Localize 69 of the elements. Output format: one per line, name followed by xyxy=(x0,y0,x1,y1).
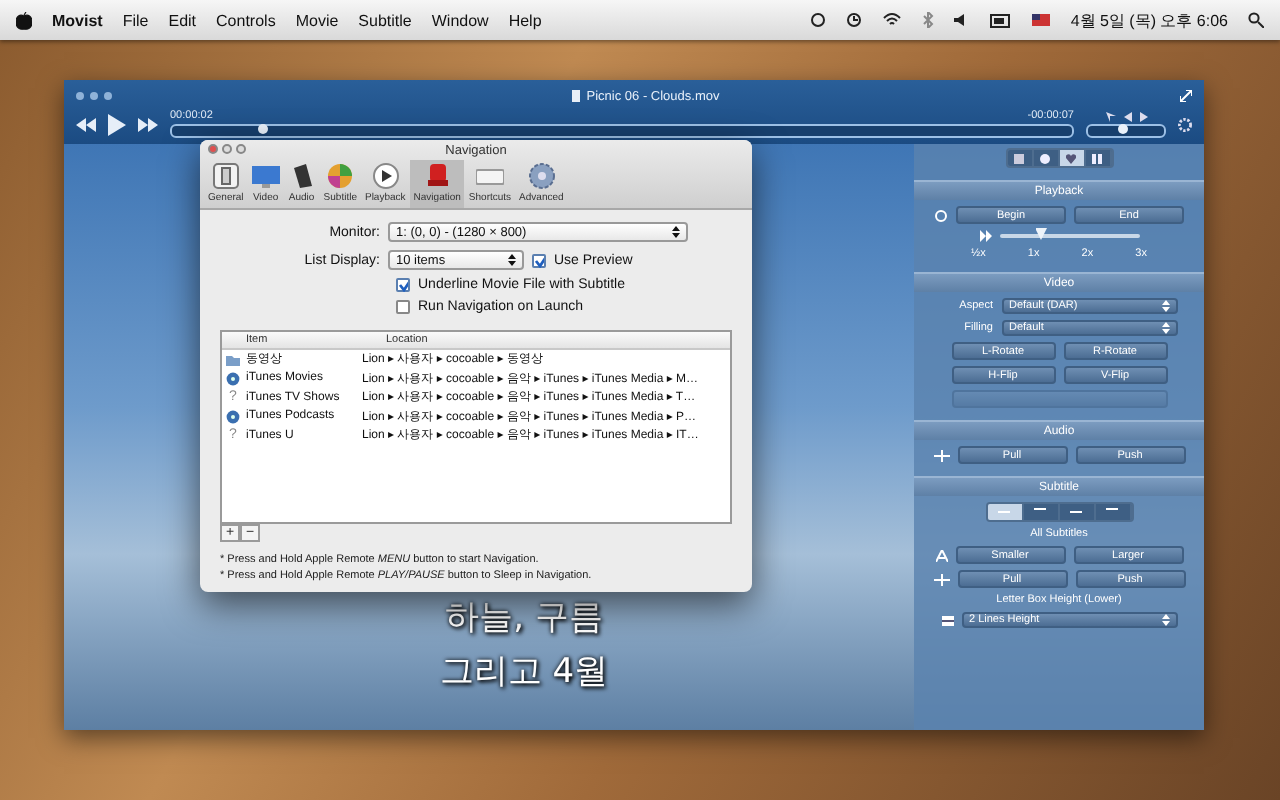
align-lines-icon xyxy=(1034,508,1046,516)
color-wheel-icon xyxy=(326,162,355,190)
menu-item[interactable]: Help xyxy=(508,11,542,29)
letterbox-icon xyxy=(941,615,953,625)
subtitle-line: 그리고 4월 xyxy=(439,650,609,694)
wifi-icon[interactable] xyxy=(882,12,903,28)
panel-tab[interactable] xyxy=(1007,150,1033,166)
music-disc-icon xyxy=(226,371,240,386)
bluetooth-icon[interactable] xyxy=(922,12,935,28)
menu-item[interactable]: Subtitle xyxy=(358,11,412,29)
volume-track[interactable] xyxy=(1086,123,1166,137)
checkbox[interactable] xyxy=(396,300,410,314)
chair-icon xyxy=(423,162,452,190)
fullscreen-icon[interactable] xyxy=(1180,90,1193,102)
rewind-icon[interactable] xyxy=(76,117,96,131)
updown-arrows-icon xyxy=(1161,614,1169,626)
position-toggle[interactable] xyxy=(1023,504,1059,520)
updown-arrows-icon xyxy=(1161,300,1169,312)
list-icon xyxy=(1014,153,1024,163)
switch-icon xyxy=(211,162,240,190)
battery-icon[interactable] xyxy=(990,13,1013,27)
position-toggle[interactable] xyxy=(987,504,1023,520)
app-menu[interactable]: Movist xyxy=(52,11,103,29)
updown-arrows-icon xyxy=(508,254,516,266)
menu-item[interactable]: File xyxy=(122,11,149,29)
document-icon xyxy=(572,90,581,102)
gear-icon xyxy=(527,162,556,190)
checkbox[interactable] xyxy=(532,253,546,267)
updown-arrows-icon xyxy=(1161,322,1169,334)
align-lines-icon xyxy=(1070,508,1082,516)
play-circle-icon xyxy=(371,162,400,190)
updown-arrows-icon xyxy=(672,226,680,238)
play-icon[interactable] xyxy=(108,113,126,135)
align-lines-icon xyxy=(998,508,1010,516)
close-button[interactable] xyxy=(208,144,218,154)
progress-knob[interactable] xyxy=(258,124,268,134)
menu-item[interactable]: Window xyxy=(431,11,489,29)
font-a-icon xyxy=(935,549,947,561)
search-icon[interactable] xyxy=(1248,12,1264,28)
menu-item[interactable]: Edit xyxy=(168,11,197,29)
align-lines-icon xyxy=(1106,508,1118,516)
position-toggle[interactable] xyxy=(1059,504,1095,520)
heart-icon xyxy=(1066,153,1076,163)
speed-icon xyxy=(979,230,991,242)
panel-tab[interactable] xyxy=(1033,150,1059,166)
progress-track[interactable] xyxy=(170,124,1074,138)
monitor-icon xyxy=(251,162,280,190)
minimize-button[interactable] xyxy=(222,144,232,154)
music-disc-icon xyxy=(226,409,240,424)
previous-icon[interactable] xyxy=(1123,111,1131,121)
subtitle-line: 하늘, 구름 xyxy=(445,596,603,640)
flag-icon[interactable] xyxy=(1032,14,1051,26)
settings-icon[interactable] xyxy=(1178,117,1192,131)
checkbox[interactable] xyxy=(396,278,410,292)
clock-icon[interactable] xyxy=(846,12,863,28)
info-icon xyxy=(1040,153,1050,163)
panel-tab[interactable] xyxy=(1085,150,1111,166)
apple-logo-icon[interactable] xyxy=(16,11,32,29)
zoom-button[interactable] xyxy=(236,144,246,154)
position-toggle[interactable] xyxy=(1095,504,1131,520)
menu-item[interactable]: Movie xyxy=(295,11,339,29)
next-icon[interactable] xyxy=(1139,111,1147,121)
volume-knob[interactable] xyxy=(1118,123,1129,133)
columns-icon xyxy=(1092,153,1102,163)
menu-clock[interactable]: 4월 5일 (목) 오후 6:06 xyxy=(1070,9,1228,31)
menu-item[interactable]: Controls xyxy=(216,11,276,29)
speed-thumb[interactable] xyxy=(1035,228,1047,240)
panel-tab[interactable] xyxy=(1059,150,1085,166)
fast-forward-icon[interactable] xyxy=(138,117,158,131)
